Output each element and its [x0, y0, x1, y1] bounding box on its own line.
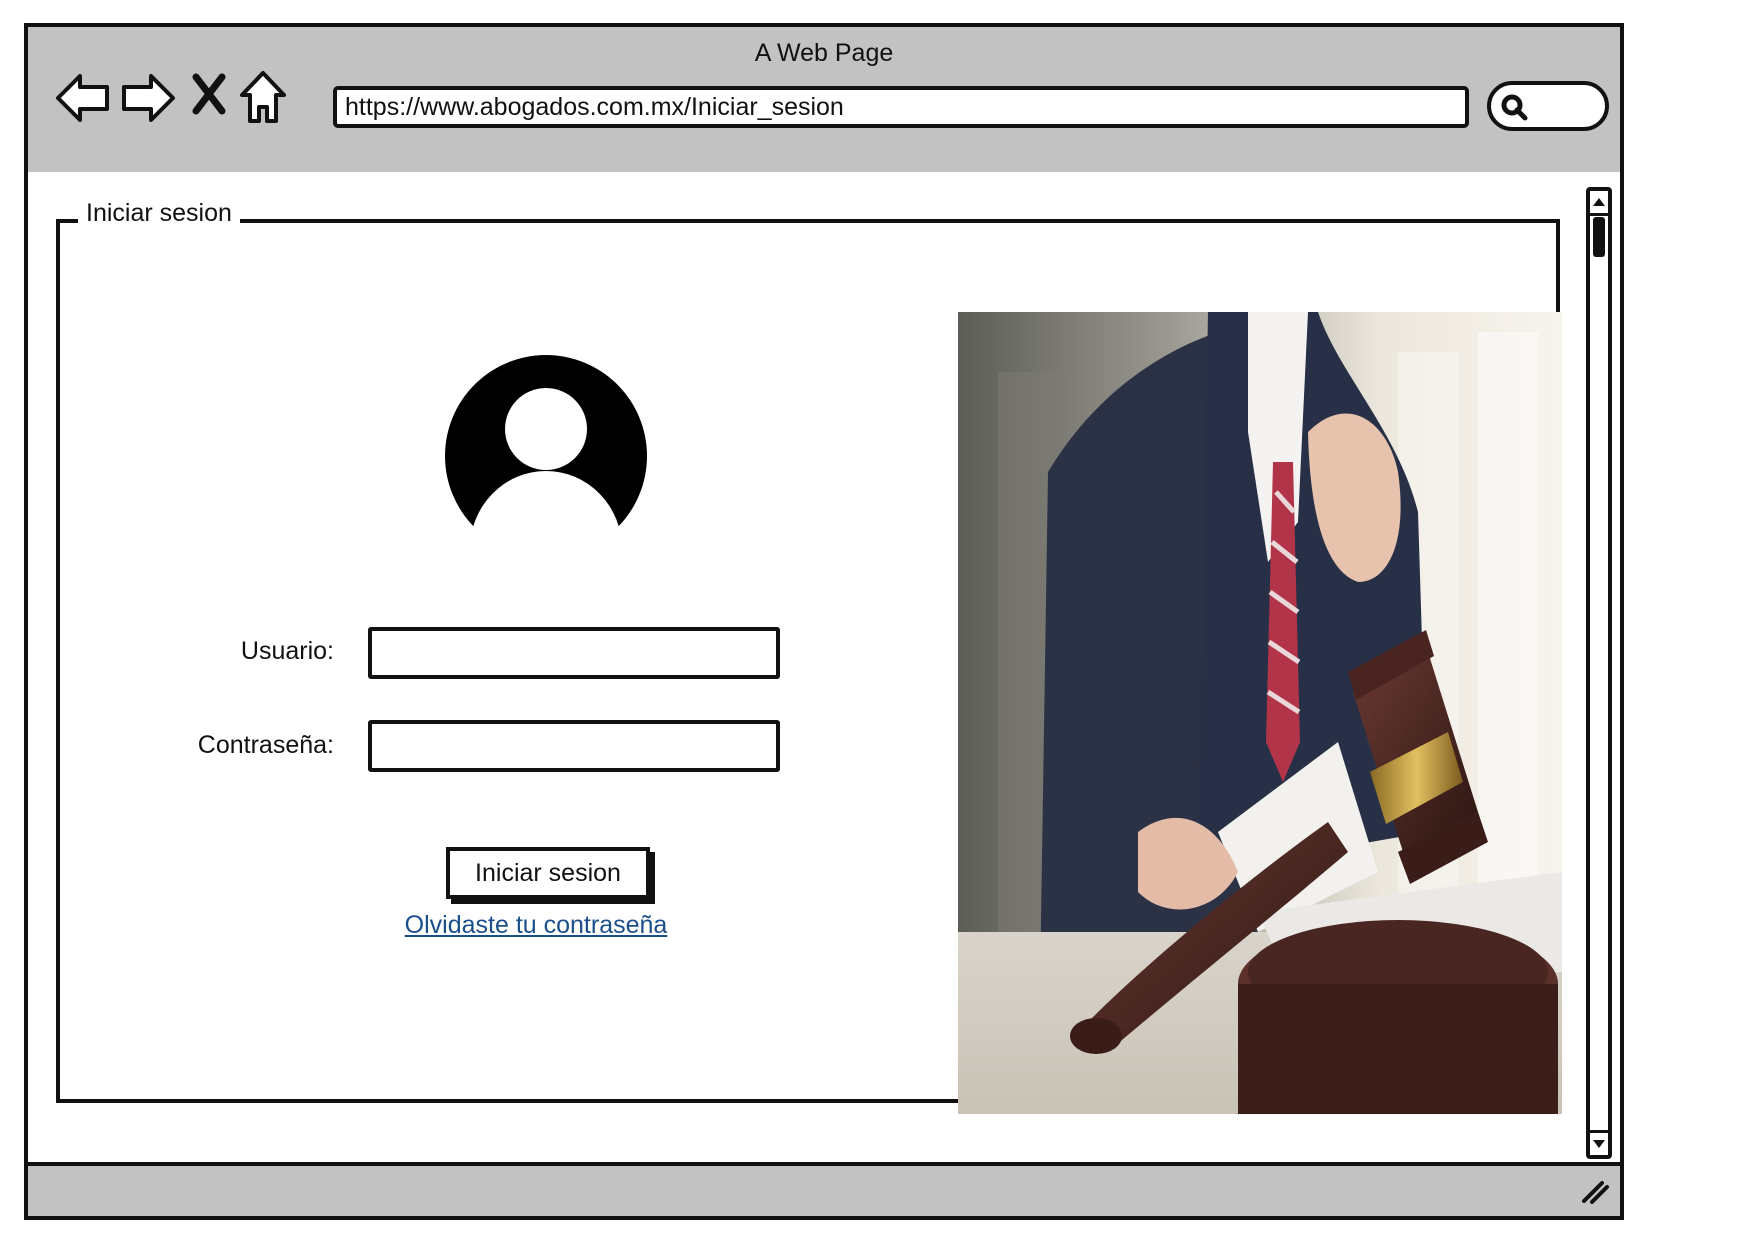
window-title: A Web Page: [754, 39, 894, 67]
home-icon[interactable]: [238, 69, 288, 125]
forgot-password-link[interactable]: Olvidaste tu contraseña: [386, 911, 686, 940]
lawyer-gavel-image: [958, 312, 1562, 1114]
login-group: Iniciar sesion Usuario: Contraseña: Inic…: [56, 199, 1562, 1114]
back-arrow-icon[interactable]: [54, 71, 112, 125]
forward-arrow-icon[interactable]: [119, 71, 177, 125]
login-button[interactable]: Iniciar sesion: [446, 847, 650, 899]
browser-window: A Web Page https://www.abogados.com.mx/I…: [24, 23, 1624, 1220]
vertical-scrollbar[interactable]: [1586, 187, 1612, 1159]
scroll-thumb[interactable]: [1593, 217, 1605, 257]
status-bar: [28, 1162, 1620, 1216]
password-field[interactable]: [368, 720, 780, 772]
password-label: Contraseña:: [197, 731, 334, 759]
scroll-up-arrow-icon[interactable]: [1590, 191, 1608, 216]
username-field[interactable]: [368, 627, 780, 679]
browser-toolbar: A Web Page https://www.abogados.com.mx/I…: [28, 27, 1620, 176]
search-icon: [1499, 92, 1529, 127]
browser-search-box[interactable]: [1487, 81, 1609, 131]
resize-grip-icon[interactable]: [1580, 1179, 1610, 1210]
user-avatar-icon: [443, 353, 649, 538]
scroll-down-arrow-icon[interactable]: [1590, 1130, 1608, 1155]
stop-icon[interactable]: [191, 73, 227, 115]
url-input[interactable]: https://www.abogados.com.mx/Iniciar_sesi…: [333, 86, 1469, 128]
login-legend: Iniciar sesion: [78, 199, 240, 228]
page-content: Iniciar sesion Usuario: Contraseña: Inic…: [28, 172, 1620, 1197]
username-label: Usuario:: [240, 637, 334, 665]
